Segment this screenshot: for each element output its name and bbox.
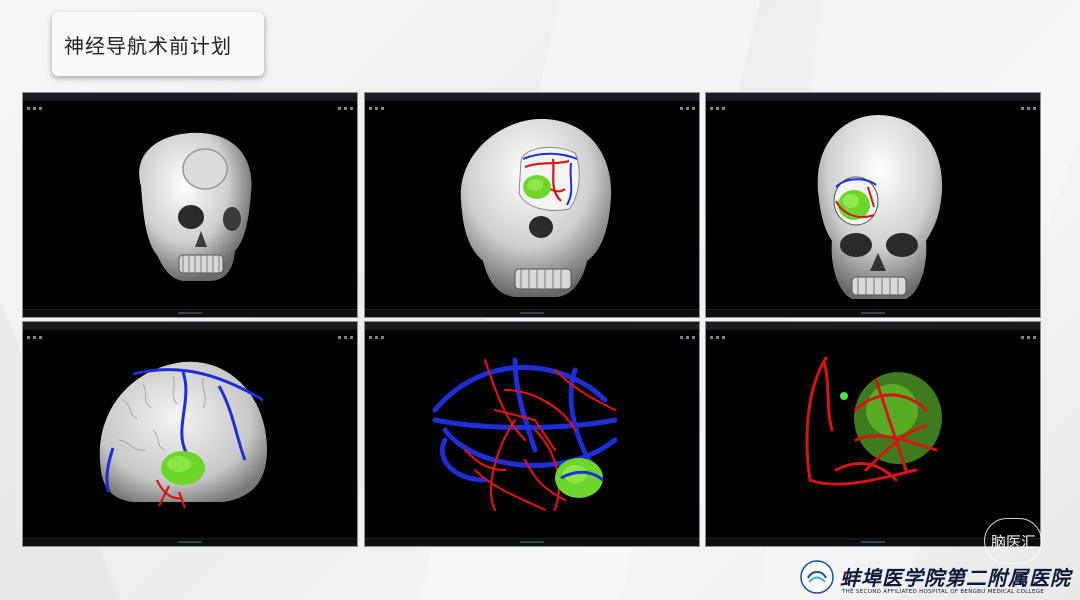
viewer-panel-6[interactable] (705, 321, 1041, 547)
skull-render-oblique (139, 132, 252, 281)
viewer-toolbar (706, 93, 1040, 110)
viewer-panel-2[interactable] (364, 92, 700, 318)
vascular-render (432, 357, 618, 512)
hospital-logo-icon (800, 560, 834, 594)
viewer-toolbar (706, 322, 1040, 339)
viewer-toolbar (365, 93, 699, 110)
brain-render-surface (99, 361, 267, 509)
artery-tumor-render (805, 356, 942, 486)
viewer-toolbar (23, 322, 357, 339)
skull-render-vessels-tumor (460, 118, 612, 298)
slide-title: 神经导航术前计划 (64, 34, 232, 58)
viewer-toolbar (23, 93, 357, 110)
viewer-panel-1[interactable] (22, 92, 358, 318)
viewer-panel-4[interactable] (22, 321, 358, 547)
viewer-panel-3[interactable] (705, 92, 1041, 318)
viewer-toolbar (365, 322, 699, 339)
hospital-name-en: THE SECOND AFFILIATED HOSPITAL OF BENGBU… (842, 589, 1045, 595)
watermark: 脑医汇 (984, 518, 1042, 564)
title-card: 神经导航术前计划 (52, 12, 264, 76)
skull-render-frontal (817, 115, 943, 299)
watermark-text: 脑医汇 (991, 533, 1037, 551)
viewer-panel-5[interactable] (364, 321, 700, 547)
hospital-name-cn: 蚌埠医学院第二附属医院 (840, 566, 1071, 590)
